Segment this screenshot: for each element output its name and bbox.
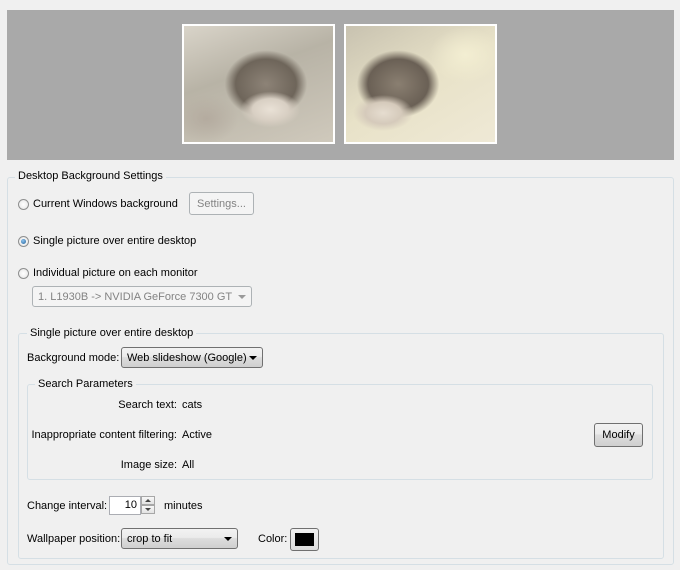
background-mode-value: Web slideshow (Google): [127, 351, 247, 364]
radio-single-picture[interactable]: Single picture over entire desktop: [18, 233, 196, 249]
monitor-preview-right: [344, 24, 497, 144]
image-size-label: Image size:: [120, 459, 177, 471]
wallpaper-position-select[interactable]: crop to fit: [121, 528, 238, 549]
kitten-image-right: [346, 26, 495, 142]
stepper-up-button[interactable]: [141, 496, 155, 505]
arrow-down-icon: [145, 508, 151, 511]
background-mode-select[interactable]: Web slideshow (Google): [121, 347, 263, 368]
preview-area: [7, 10, 674, 160]
interval-unit: minutes: [164, 500, 203, 512]
wallpaper-position-label: Wallpaper position:: [27, 533, 121, 545]
group-title: Desktop Background Settings: [15, 170, 166, 183]
wallpaper-position-value: crop to fit: [127, 532, 173, 545]
radio-label: Individual picture on each monitor: [33, 267, 198, 279]
kitten-image-left: [184, 26, 333, 142]
monitor-select[interactable]: 1. L1930B -> NVIDIA GeForce 7300 GT: [32, 286, 252, 307]
group-title: Search Parameters: [35, 378, 136, 391]
color-picker-button[interactable]: [290, 528, 319, 551]
arrow-up-icon: [145, 499, 151, 502]
image-size-value: All: [182, 459, 195, 471]
chevron-down-icon: [224, 536, 232, 541]
radio-label: Current Windows background: [33, 198, 178, 210]
radio-button[interactable]: [18, 235, 29, 247]
group-title: Single picture over entire desktop: [27, 327, 197, 340]
filtering-value: Active: [182, 429, 212, 441]
monitor-preview-left: [182, 24, 335, 144]
color-label: Color:: [258, 533, 288, 545]
search-text-label: Search text:: [118, 399, 177, 411]
search-text-value: cats: [182, 399, 203, 411]
interval-stepper[interactable]: [141, 496, 155, 515]
color-swatch: [295, 533, 314, 546]
monitor-select-value: 1. L1930B -> NVIDIA GeForce 7300 GT: [38, 290, 233, 303]
radio-button[interactable]: [18, 198, 29, 210]
background-mode-label: Background mode:: [27, 352, 120, 364]
modify-button[interactable]: Modify: [594, 423, 643, 447]
change-interval-input[interactable]: 10: [109, 496, 141, 515]
radio-current-windows[interactable]: Current Windows background: [18, 196, 178, 212]
filtering-label: Inappropriate content filtering:: [31, 429, 177, 441]
radio-individual-picture[interactable]: Individual picture on each monitor: [18, 265, 197, 281]
chevron-down-icon: [238, 294, 246, 299]
stepper-down-button[interactable]: [141, 505, 155, 514]
chevron-down-icon: [249, 355, 257, 360]
settings-button[interactable]: Settings...: [189, 192, 254, 215]
radio-label: Single picture over entire desktop: [33, 235, 197, 247]
change-interval-label: Change interval:: [27, 500, 108, 512]
radio-button[interactable]: [18, 267, 29, 279]
